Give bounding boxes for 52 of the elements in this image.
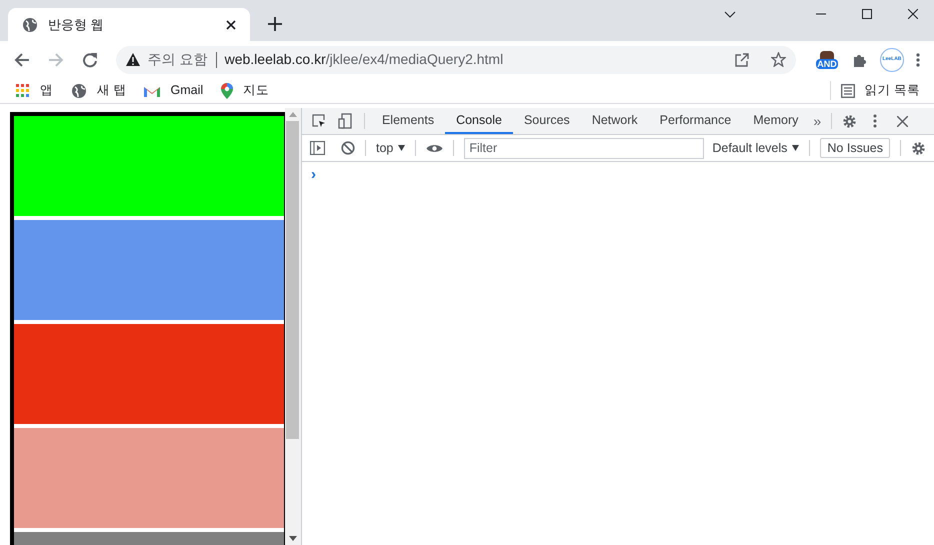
- devtools-tab[interactable]: Elements: [370, 108, 446, 134]
- warning-icon: [126, 53, 140, 66]
- device-toolbar-icon[interactable]: [338, 113, 352, 129]
- star-icon[interactable]: [770, 52, 786, 67]
- list-icon: [840, 84, 855, 98]
- dropdown-caret-icon[interactable]: [724, 10, 736, 18]
- reading-list-button[interactable]: 읽기 목록: [864, 81, 920, 100]
- settings-icon[interactable]: [842, 114, 858, 128]
- scroll-down-icon[interactable]: [288, 536, 297, 541]
- settings-icon[interactable]: [911, 140, 926, 156]
- apps-grid-icon: [16, 84, 30, 98]
- new-tab-icon[interactable]: [268, 17, 282, 31]
- inspect-icon[interactable]: [312, 114, 326, 128]
- menu-icon[interactable]: [916, 52, 920, 66]
- devtools-tab[interactable]: Sources: [512, 108, 581, 134]
- issues-button[interactable]: No Issues: [820, 138, 890, 158]
- back-arrow-icon[interactable]: [14, 52, 30, 68]
- scrollbar[interactable]: [284, 108, 301, 545]
- bookmark-link[interactable]: 새 탭: [97, 81, 126, 100]
- bookmark-link[interactable]: 지도: [243, 81, 270, 100]
- devtools-tab[interactable]: Network: [580, 108, 649, 134]
- browser-tab[interactable]: 반응형 웹: [8, 8, 250, 41]
- share-icon[interactable]: [734, 52, 749, 66]
- globe-icon: [71, 82, 87, 98]
- eye-icon[interactable]: [426, 142, 444, 154]
- devtools-tab[interactable]: Console: [445, 108, 513, 134]
- close-icon[interactable]: [226, 20, 236, 30]
- devtools-tab[interactable]: Memory: [742, 108, 810, 134]
- map-pin-icon: [221, 82, 234, 98]
- more-tabs-button[interactable]: »: [813, 110, 822, 132]
- reload-icon[interactable]: [82, 52, 98, 68]
- address-bar[interactable]: 주의 요함 web.leelab.co.kr/jklee/ex4/mediaQuery2.html: [116, 46, 796, 74]
- filter-field[interactable]: Filter: [464, 138, 704, 158]
- tab-title: 반응형 웹: [48, 16, 105, 34]
- maximize-icon[interactable]: [862, 9, 872, 19]
- devtools-tab[interactable]: Performance: [648, 108, 742, 134]
- sidebar-toggle-icon[interactable]: [310, 141, 325, 155]
- bookmark-link[interactable]: Gmail: [170, 81, 204, 100]
- globe-icon: [22, 16, 38, 32]
- close-icon[interactable]: [908, 9, 918, 19]
- caret-icon: [398, 145, 406, 151]
- console-prompt: ›: [310, 166, 316, 183]
- more-options-icon[interactable]: [873, 114, 878, 128]
- url-text: web.leelab.co.kr/jklee/ex4/mediaQuery2.html: [224, 50, 504, 69]
- context-dropdown[interactable]: top: [376, 138, 406, 158]
- minimize-icon[interactable]: [816, 13, 826, 15]
- mail-icon: [144, 84, 160, 96]
- caret-icon: [792, 145, 800, 151]
- levels-dropdown[interactable]: Default levels: [712, 138, 800, 158]
- security-label: 주의 요함: [148, 50, 208, 69]
- bookmark-link[interactable]: 앱: [40, 81, 53, 100]
- clear-console-icon[interactable]: [340, 141, 355, 155]
